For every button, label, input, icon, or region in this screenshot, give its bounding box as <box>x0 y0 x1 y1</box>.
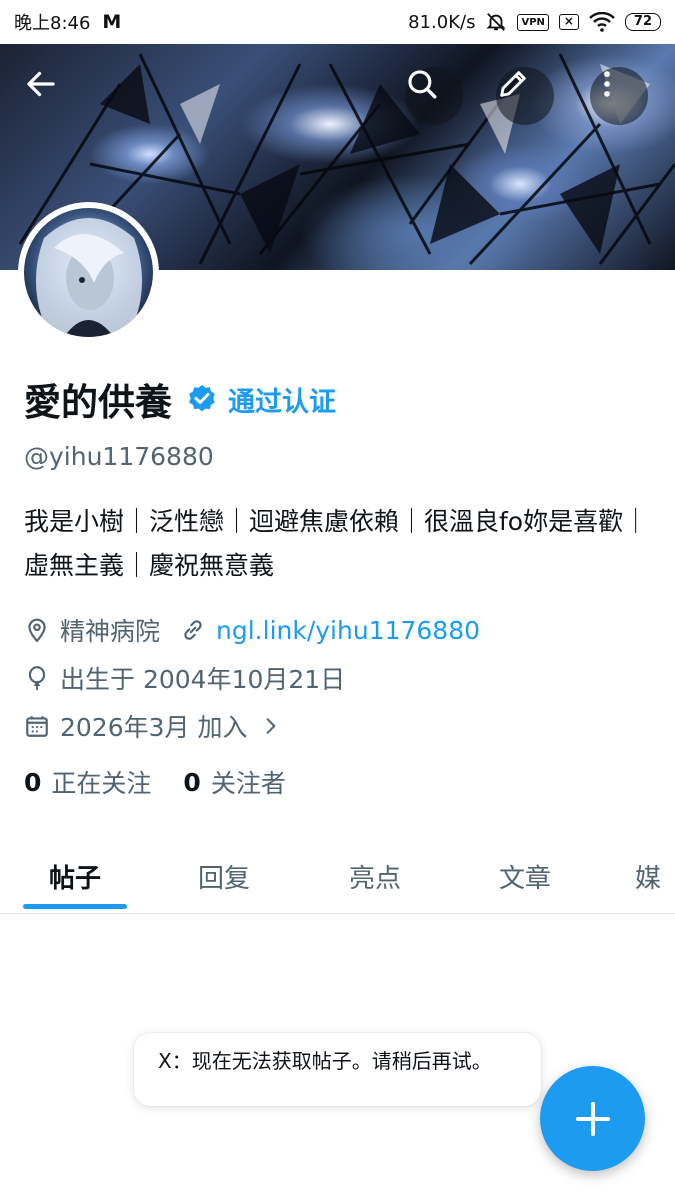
search-button[interactable] <box>405 67 463 125</box>
get-verified-link[interactable]: 通过认证 <box>228 380 336 419</box>
search-icon <box>408 70 437 99</box>
joined-row[interactable]: 2026年3月 加入 <box>24 708 281 744</box>
more-vertical-icon <box>604 71 610 97</box>
website-link[interactable]: ngl.link/yihu1176880 <box>216 616 480 645</box>
location-text: 精神病院 <box>60 617 161 646</box>
pencil-icon <box>500 71 526 97</box>
tab-media[interactable]: 媒 <box>635 838 675 914</box>
followers-count: 0 <box>183 767 201 797</box>
arrow-left-icon <box>27 71 55 97</box>
location-pin-icon <box>28 618 46 643</box>
bell-muted-icon <box>486 13 507 31</box>
edit-button[interactable] <box>496 67 554 125</box>
calendar-icon <box>26 716 48 737</box>
followers-link[interactable]: 0 关注者 <box>183 764 285 800</box>
no-sim-icon: × <box>558 14 579 30</box>
wifi-icon <box>589 12 615 32</box>
tab-posts[interactable]: 帖子 <box>23 838 127 914</box>
error-toast: X：现在无法获取帖子。请稍后再试。 <box>134 1033 541 1106</box>
name-row: 愛的供養 通过认证 <box>24 372 336 426</box>
back-button[interactable] <box>23 66 81 124</box>
avatar-image <box>24 208 153 337</box>
following-link[interactable]: 0 正在关注 <box>24 764 151 800</box>
location-website-row: 精神病院 ngl.link/yihu1176880 <box>24 612 480 648</box>
birthday-text: 出生于 2004年10月21日 <box>60 665 346 694</box>
gmail-icon: M <box>102 11 122 33</box>
toast-message: X：现在无法获取帖子。请稍后再试。 <box>158 1049 492 1073</box>
profile-tabs: 帖子 回复 亮点 文章 媒 <box>0 838 675 914</box>
verified-badge-icon[interactable] <box>186 383 218 415</box>
network-speed: 81.0K/s <box>408 11 476 33</box>
tab-articles[interactable]: 文章 <box>473 838 577 914</box>
battery-indicator: 72 <box>624 13 661 31</box>
vpn-badge: VPN <box>517 13 549 31</box>
joined-text: 2026年3月 加入 <box>60 713 248 742</box>
tab-highlights[interactable]: 亮点 <box>323 838 427 914</box>
compose-button[interactable] <box>540 1066 645 1171</box>
active-tab-indicator <box>23 904 127 909</box>
status-time: 晚上8:46 <box>14 13 91 34</box>
following-count: 0 <box>24 767 42 797</box>
user-handle: @yihu1176880 <box>24 442 214 471</box>
profile-bio: 我是小樹｜泛性戀｜迴避焦慮依賴｜很溫良fo妳是喜歡｜虛無主義｜慶祝無意義 <box>24 507 649 580</box>
link-icon <box>184 620 202 640</box>
chevron-right-icon <box>267 718 276 734</box>
status-bar: 晚上8:46 M 81.0K/s VPN × 72 <box>0 0 675 44</box>
more-options-button[interactable] <box>590 67 648 125</box>
birthday-row: 出生于 2004年10月21日 <box>24 660 345 696</box>
tab-replies[interactable]: 回复 <box>172 838 276 914</box>
balloon-icon <box>28 666 46 690</box>
display-name: 愛的供養 <box>24 381 172 424</box>
avatar[interactable] <box>18 202 159 343</box>
followers-label: 关注者 <box>210 769 286 798</box>
plus-icon <box>575 1101 610 1136</box>
follow-counts: 0 正在关注 0 关注者 <box>24 764 318 800</box>
following-label: 正在关注 <box>51 769 152 798</box>
